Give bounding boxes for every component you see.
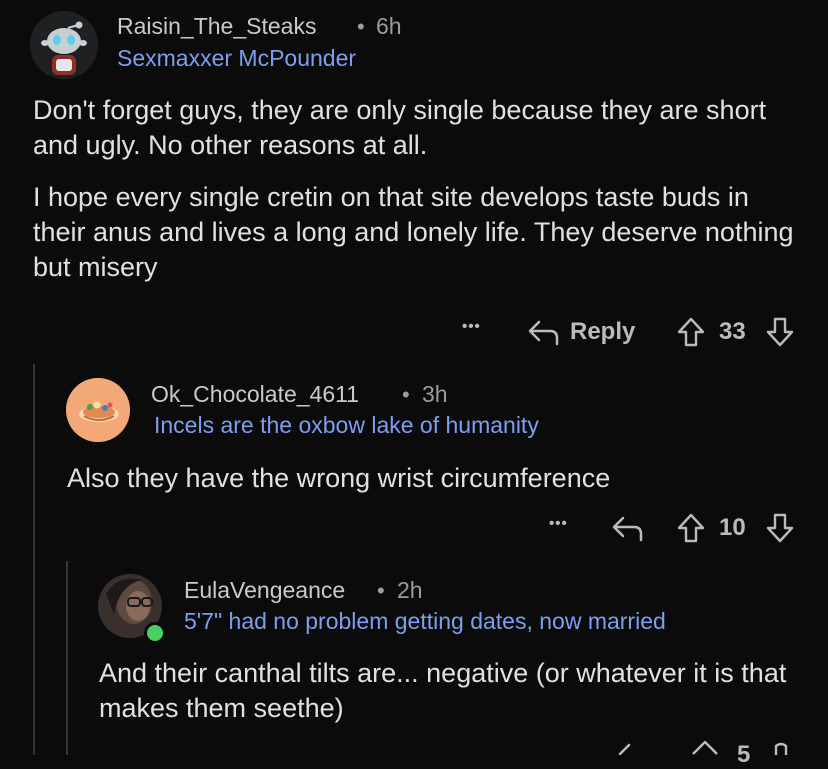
user-flair: Incels are the oxbow lake of humanity [154, 412, 539, 438]
upvote-icon[interactable] [676, 316, 706, 348]
vote-score: 33 [719, 318, 746, 345]
thread-line[interactable] [33, 364, 35, 755]
comment-paragraph: I hope every single cretin on that site … [33, 182, 794, 282]
reply-button[interactable]: Reply [570, 318, 635, 346]
snoo-avatar-icon [30, 11, 98, 79]
food-avatar-icon [66, 378, 130, 442]
user-flair: 5'7" had no problem getting dates, now m… [184, 608, 666, 634]
timestamp: 2h [397, 577, 423, 603]
comment-body: And their canthal tilts are... negative … [99, 658, 787, 723]
reply-arrow-icon[interactable] [610, 513, 644, 543]
reply-arrow-icon[interactable] [526, 317, 560, 347]
downvote-icon[interactable] [766, 740, 796, 755]
meta-separator: • [377, 578, 385, 603]
meta-separator: • [402, 382, 410, 407]
reply-arrow-icon[interactable] [616, 740, 650, 755]
more-options-button[interactable]: ••• [462, 318, 481, 335]
comment-body: Don't forget guys, they are only single … [33, 93, 813, 285]
upvote-icon[interactable] [676, 512, 706, 544]
avatar[interactable] [66, 378, 130, 442]
avatar[interactable] [30, 11, 98, 79]
username[interactable]: Raisin_The_Steaks [117, 13, 316, 40]
upvote-icon[interactable] [690, 739, 720, 755]
timestamp: 3h [422, 381, 448, 407]
online-status-badge [144, 622, 166, 644]
thread-line[interactable] [66, 561, 68, 755]
username[interactable]: EulaVengeance [184, 577, 345, 604]
downvote-icon[interactable] [765, 512, 795, 544]
vote-score: 5 [737, 741, 751, 768]
meta-separator: • [357, 14, 365, 39]
user-flair: Sexmaxxer McPounder [117, 45, 357, 71]
downvote-icon[interactable] [765, 316, 795, 348]
timestamp: 6h [376, 13, 402, 39]
comment-paragraph: Don't forget guys, they are only single … [33, 95, 767, 160]
comment-thread-screen: { "comments": [ { "username": "Raisin_Th… [0, 0, 828, 768]
more-options-button[interactable]: ••• [549, 515, 568, 532]
username[interactable]: Ok_Chocolate_4611 [151, 381, 359, 408]
vote-score: 10 [719, 514, 746, 541]
comment-body: Also they have the wrong wrist circumfer… [67, 463, 611, 493]
